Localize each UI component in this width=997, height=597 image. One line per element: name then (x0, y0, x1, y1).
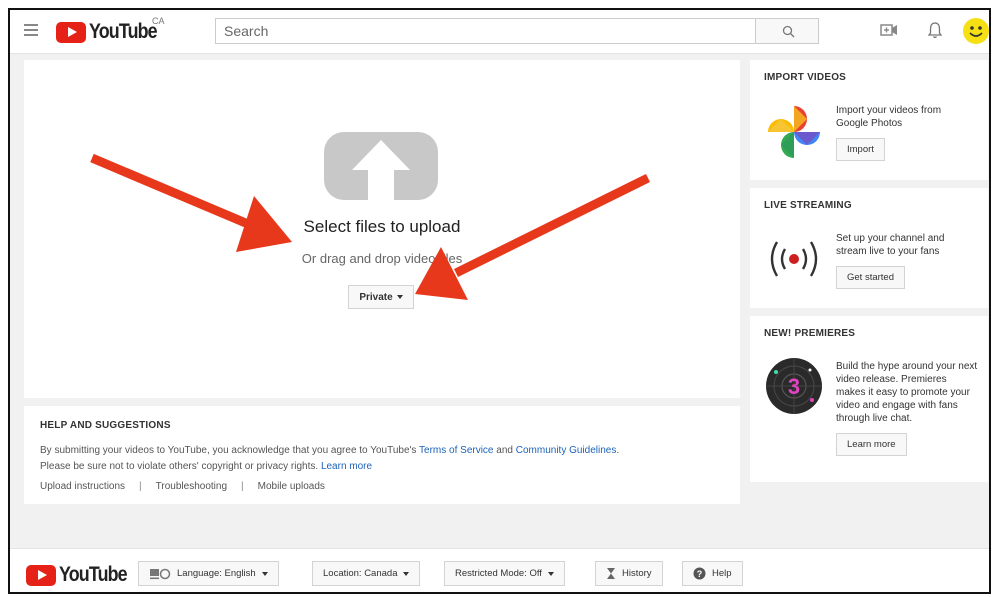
premieres-body: Build the hype around your next video re… (836, 360, 978, 456)
import-description: Import your videos from Google Photos (836, 105, 942, 129)
youtube-logo-icon (56, 21, 86, 43)
chevron-down-icon (396, 295, 403, 299)
import-heading: IMPORT VIDEOS (764, 72, 847, 83)
bell-icon[interactable] (928, 21, 942, 39)
separator: | (139, 481, 142, 492)
location-button[interactable]: Location: Canada (312, 561, 421, 586)
help-icon: ? (693, 567, 706, 580)
footer-logo-text: YouTube (59, 563, 128, 586)
import-button[interactable]: Import (836, 138, 885, 161)
premieres-description: Build the hype around your next video re… (836, 361, 978, 424)
top-bar: YouTube CA Search (10, 10, 989, 54)
language-button[interactable]: Language: English (138, 561, 279, 586)
youtube-logo-icon (26, 564, 56, 586)
upload-instructions-link[interactable]: Upload instructions (40, 481, 125, 492)
help-button[interactable]: ? Help (682, 561, 743, 586)
video-camera-icon[interactable] (880, 23, 898, 37)
footer-youtube-logo[interactable]: YouTube (26, 563, 139, 587)
history-button[interactable]: History (595, 561, 663, 586)
live-broadcast-icon (770, 241, 818, 277)
chevron-down-icon (547, 571, 554, 576)
separator: | (241, 481, 244, 492)
mobile-uploads-link[interactable]: Mobile uploads (258, 481, 325, 492)
help-links: Upload instructions | Troubleshooting | … (40, 481, 724, 492)
history-label: History (622, 568, 652, 579)
region-label: CA (152, 16, 165, 26)
import-videos-card: IMPORT VIDEOS Import your videos from Go… (750, 60, 988, 180)
help-panel: HELP AND SUGGESTIONS By submitting your … (24, 406, 740, 504)
search-input[interactable]: Search (215, 18, 755, 44)
import-body: Import your videos from Google Photos Im… (836, 104, 976, 161)
help-text-part: . (616, 445, 620, 456)
language-icon (150, 568, 171, 579)
terms-of-service-link[interactable]: Terms of Service (419, 445, 493, 456)
footer: YouTube Language: English Location: Cana… (10, 548, 989, 592)
language-label: Language: English (177, 568, 256, 579)
search-icon (782, 25, 795, 38)
logo-text: YouTube (89, 20, 158, 43)
help-text-part: Please be sure not to violate others' co… (40, 461, 321, 472)
upload-subtitle: Or drag and drop video files (301, 251, 463, 266)
hourglass-icon (607, 568, 615, 579)
live-description: Set up your channel and stream live to y… (836, 233, 945, 257)
learn-more-link[interactable]: Learn more (321, 461, 372, 472)
menu-icon[interactable] (24, 24, 38, 36)
youtube-logo[interactable]: YouTube CA (56, 16, 169, 44)
chevron-down-icon (261, 571, 268, 576)
upload-title[interactable]: Select files to upload (24, 217, 740, 237)
live-body: Set up your channel and stream live to y… (836, 232, 976, 289)
restricted-label: Restricted Mode: Off (455, 568, 542, 579)
premieres-card: NEW! PREMIERES 3 Build the hype around y… (750, 316, 988, 482)
help-text-part: and (493, 445, 516, 456)
youtube-upload-page: YouTube CA Search Select files to upload… (8, 8, 991, 594)
premieres-icon: 3 (766, 358, 822, 414)
community-guidelines-link[interactable]: Community Guidelines (516, 445, 617, 456)
google-photos-icon (768, 106, 820, 158)
get-started-button[interactable]: Get started (836, 266, 905, 289)
privacy-dropdown[interactable]: Private (348, 285, 414, 309)
avatar-smiley-icon[interactable] (963, 18, 989, 44)
upload-arrow-icon[interactable] (324, 132, 438, 200)
help-text-part: By submitting your videos to YouTube, yo… (40, 445, 420, 456)
live-heading: LIVE STREAMING (764, 200, 852, 211)
privacy-label: Private (359, 291, 393, 303)
premieres-number: 3 (788, 374, 800, 399)
help-label: Help (712, 568, 732, 579)
help-heading: HELP AND SUGGESTIONS (40, 420, 171, 431)
upload-panel[interactable]: Select files to upload Or drag and drop … (24, 60, 740, 398)
help-text: By submitting your videos to YouTube, yo… (40, 443, 724, 475)
learn-more-button[interactable]: Learn more (836, 433, 907, 456)
troubleshooting-link[interactable]: Troubleshooting (156, 481, 227, 492)
live-streaming-card: LIVE STREAMING Set up your channel and s… (750, 188, 988, 308)
chevron-down-icon (403, 571, 410, 576)
search-button[interactable] (755, 18, 819, 44)
svg-text:?: ? (697, 569, 703, 579)
location-label: Location: Canada (323, 568, 398, 579)
premieres-heading: NEW! PREMIERES (764, 328, 856, 339)
restricted-mode-button[interactable]: Restricted Mode: Off (444, 561, 565, 586)
